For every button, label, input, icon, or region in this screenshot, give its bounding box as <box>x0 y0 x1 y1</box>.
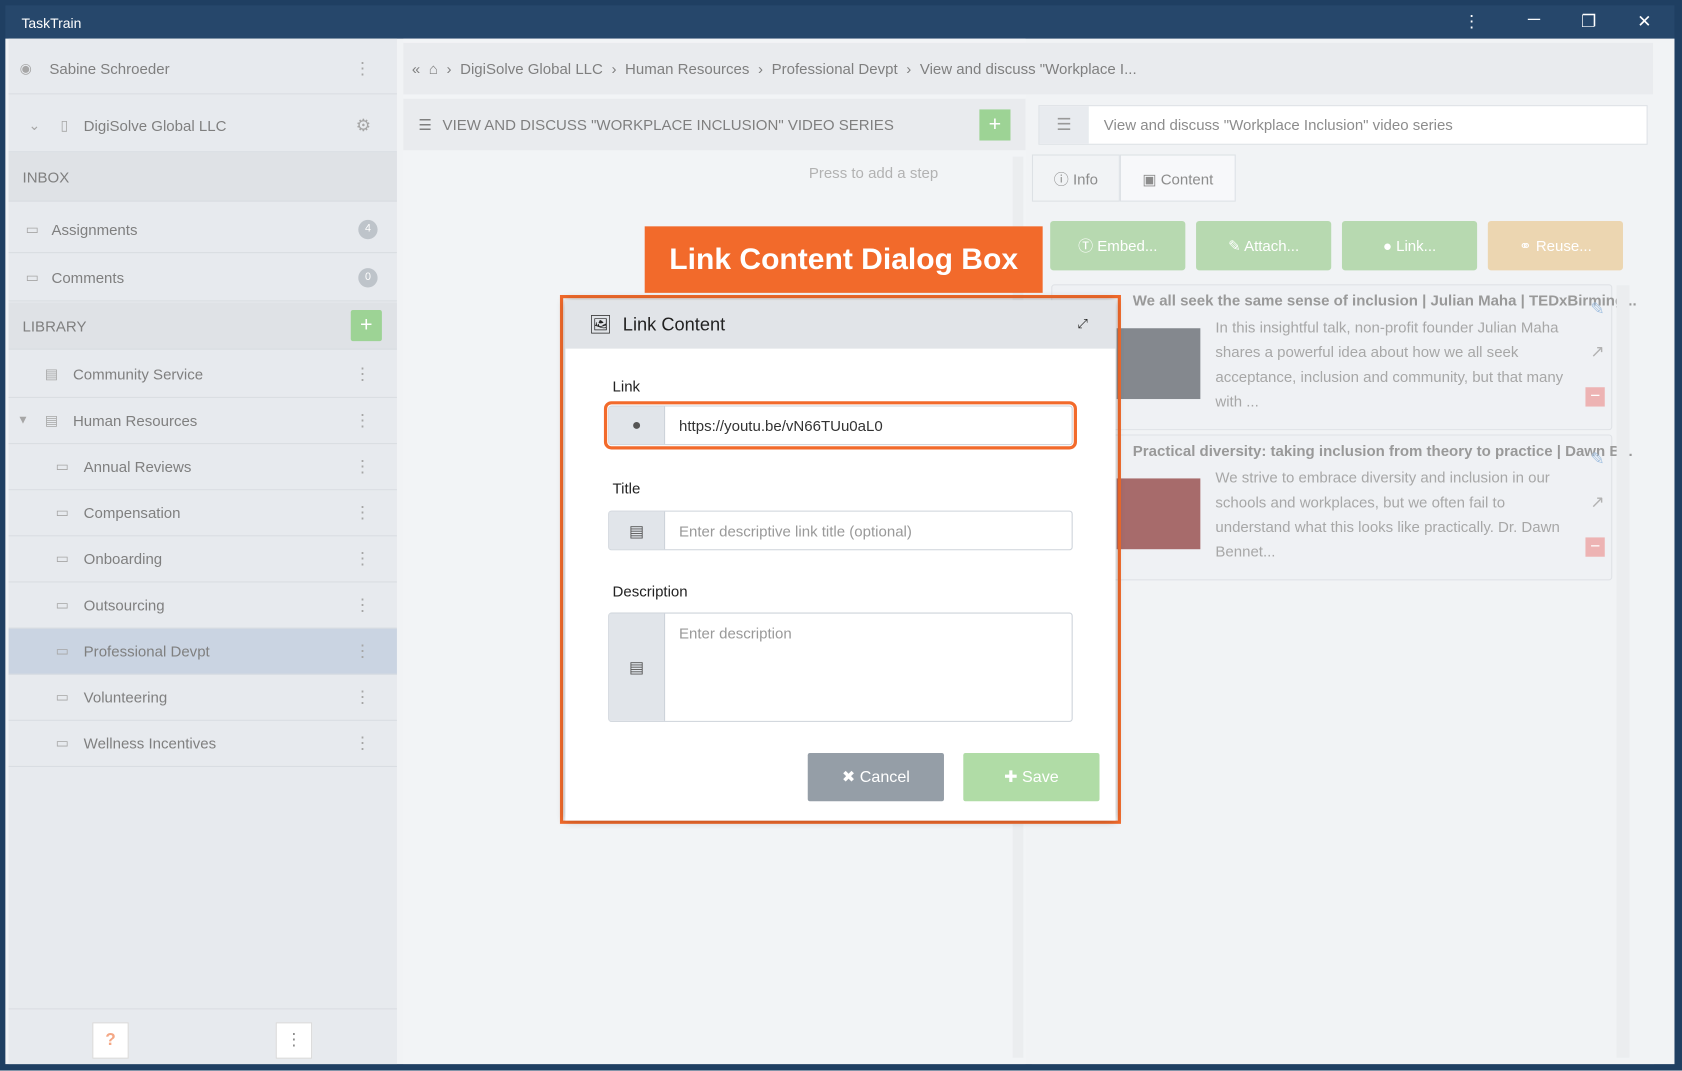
restore-button[interactable]: ❐ <box>1576 11 1602 32</box>
title-bar: TaskTrain ⋮ ─ ❐ ✕ <box>5 5 1675 39</box>
link-label: Link <box>612 377 641 395</box>
description-placeholder[interactable]: Enter description <box>665 614 1072 721</box>
save-label: Save <box>1022 768 1059 787</box>
kebab-icon[interactable]: ⋮ <box>1459 11 1485 32</box>
document-icon: ▤ <box>609 613 666 721</box>
cancel-button[interactable]: ✖ Cancel <box>807 753 944 802</box>
dialog-header: 🖼 Link Content ⤢ <box>565 300 1116 349</box>
close-button[interactable]: ✕ <box>1632 11 1658 32</box>
minimize-button[interactable]: ─ <box>1521 11 1547 30</box>
file-icon: ▤ <box>609 511 666 550</box>
link-value[interactable]: https://youtu.be/vN66TUu0aL0 <box>665 407 1072 445</box>
title-placeholder[interactable]: Enter descriptive link title (optional) <box>665 512 1072 550</box>
link-input[interactable]: ● https://youtu.be/vN66TUu0aL0 <box>603 401 1077 450</box>
cancel-label: Cancel <box>859 768 910 787</box>
description-textarea[interactable]: ▤ Enter description <box>608 612 1073 722</box>
link-content-dialog: 🖼 Link Content ⤢ Link ● https://youtu.be/vN… <box>565 300 1116 821</box>
app-title: TaskTrain <box>21 15 82 32</box>
maximize-icon[interactable]: ⤢ <box>1077 316 1087 332</box>
globe-icon: ● <box>609 406 666 445</box>
dialog-title: Link Content <box>622 313 726 335</box>
save-button[interactable]: ✚ Save <box>963 753 1100 802</box>
callout-label: Link Content Dialog Box <box>644 226 1043 293</box>
title-label: Title <box>612 479 641 497</box>
title-input[interactable]: ▤ Enter descriptive link title (optional) <box>608 510 1073 551</box>
image-icon: 🖼 <box>588 313 613 335</box>
description-label: Description <box>612 582 688 600</box>
